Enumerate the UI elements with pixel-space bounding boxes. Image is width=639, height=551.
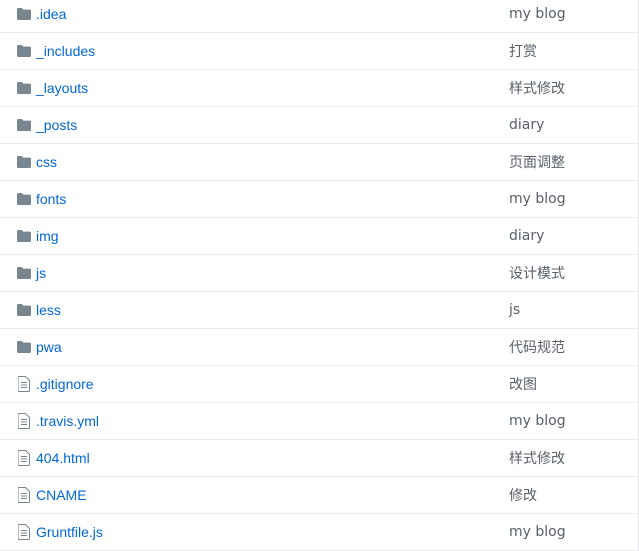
file-row[interactable]: fonts my blog bbox=[0, 181, 638, 218]
file-name-link[interactable]: Gruntfile.js bbox=[36, 524, 509, 540]
file-row[interactable]: _includes 打赏 bbox=[0, 33, 638, 70]
commit-message-link[interactable]: 样式修改 bbox=[509, 448, 565, 468]
file-row[interactable]: .gitignore 改图 bbox=[0, 366, 638, 403]
file-icon bbox=[16, 487, 32, 503]
file-name-link[interactable]: CNAME bbox=[36, 487, 509, 503]
file-name-link[interactable]: .travis.yml bbox=[36, 413, 509, 429]
commit-message-link[interactable]: 设计模式 bbox=[509, 263, 565, 283]
file-name-link[interactable]: css bbox=[36, 154, 509, 170]
file-name-link[interactable]: js bbox=[36, 265, 509, 281]
file-row[interactable]: js 设计模式 bbox=[0, 255, 638, 292]
file-row[interactable]: _layouts 样式修改 bbox=[0, 70, 638, 107]
folder-icon bbox=[16, 117, 32, 133]
folder-icon bbox=[16, 80, 32, 96]
commit-message-link[interactable]: diary bbox=[509, 117, 544, 133]
file-list: .idea my blog _includes 打赏 _layouts 样式修改… bbox=[0, 0, 639, 551]
commit-message-link[interactable]: my blog bbox=[509, 6, 566, 22]
commit-message-link[interactable]: js bbox=[509, 302, 520, 318]
file-name-link[interactable]: less bbox=[36, 302, 509, 318]
file-row[interactable]: less js bbox=[0, 292, 638, 329]
file-icon bbox=[16, 524, 32, 540]
commit-message-link[interactable]: my blog bbox=[509, 191, 566, 207]
folder-icon bbox=[16, 339, 32, 355]
commit-message-link[interactable]: diary bbox=[509, 228, 544, 244]
file-row[interactable]: 404.html 样式修改 bbox=[0, 440, 638, 477]
commit-message-link[interactable]: 页面调整 bbox=[509, 152, 565, 172]
folder-icon bbox=[16, 228, 32, 244]
commit-message-link[interactable]: 改图 bbox=[509, 374, 537, 394]
file-name-link[interactable]: _includes bbox=[36, 43, 509, 59]
file-name-link[interactable]: .gitignore bbox=[36, 376, 509, 392]
file-row[interactable]: .idea my blog bbox=[0, 0, 638, 33]
folder-icon bbox=[16, 265, 32, 281]
file-row[interactable]: img diary bbox=[0, 218, 638, 255]
file-icon bbox=[16, 413, 32, 429]
folder-icon bbox=[16, 43, 32, 59]
file-name-link[interactable]: pwa bbox=[36, 339, 509, 355]
folder-icon bbox=[16, 302, 32, 318]
commit-message-link[interactable]: my blog bbox=[509, 413, 566, 429]
commit-message-link[interactable]: 修改 bbox=[509, 485, 537, 505]
file-name-link[interactable]: .idea bbox=[36, 6, 509, 22]
file-name-link[interactable]: fonts bbox=[36, 191, 509, 207]
file-row[interactable]: pwa 代码规范 bbox=[0, 329, 638, 366]
file-name-link[interactable]: 404.html bbox=[36, 450, 509, 466]
file-row[interactable]: _posts diary bbox=[0, 107, 638, 144]
file-row[interactable]: CNAME 修改 bbox=[0, 477, 638, 514]
file-row[interactable]: .travis.yml my blog bbox=[0, 403, 638, 440]
file-icon bbox=[16, 450, 32, 466]
file-name-link[interactable]: img bbox=[36, 228, 509, 244]
commit-message-link[interactable]: 打赏 bbox=[509, 41, 537, 61]
folder-icon bbox=[16, 6, 32, 22]
folder-icon bbox=[16, 191, 32, 207]
file-row[interactable]: css 页面调整 bbox=[0, 144, 638, 181]
file-name-link[interactable]: _layouts bbox=[36, 80, 509, 96]
commit-message-link[interactable]: 样式修改 bbox=[509, 78, 565, 98]
commit-message-link[interactable]: 代码规范 bbox=[509, 337, 565, 357]
file-row[interactable]: Gruntfile.js my blog bbox=[0, 514, 638, 551]
folder-icon bbox=[16, 154, 32, 170]
commit-message-link[interactable]: my blog bbox=[509, 524, 566, 540]
file-icon bbox=[16, 376, 32, 392]
file-name-link[interactable]: _posts bbox=[36, 117, 509, 133]
